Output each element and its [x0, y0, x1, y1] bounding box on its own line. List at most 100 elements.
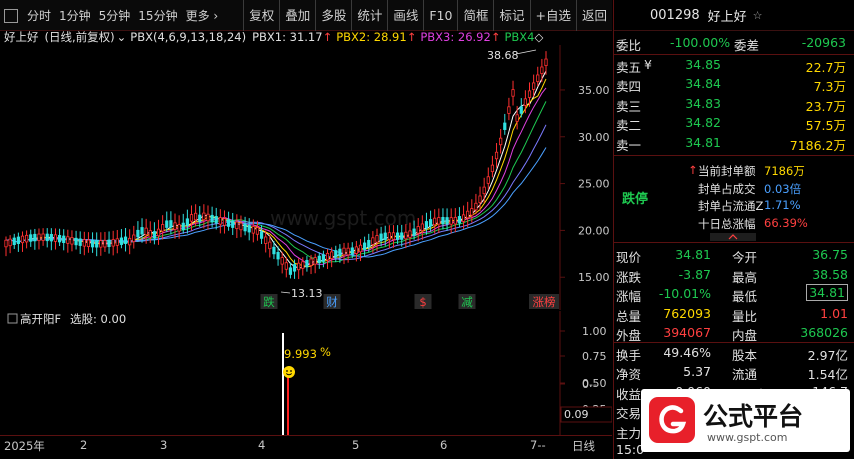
- candle-body: [181, 222, 185, 231]
- candle-body: [284, 262, 288, 270]
- sell-level-row[interactable]: 卖二 34.82 57.5万: [614, 113, 854, 133]
- x-label: 3: [160, 438, 168, 452]
- weibi-value: -100.00%: [670, 35, 731, 50]
- event-marker[interactable]: $: [419, 295, 426, 309]
- candle-body: [156, 228, 161, 237]
- sub-indicator-chart[interactable]: 高开阳F 选股: 0.00 1.000.750.500.250-- 9.993 …: [0, 311, 612, 435]
- candle-body: [461, 214, 466, 222]
- candle-body: [511, 89, 515, 97]
- multi-stock-button[interactable]: 多股: [315, 0, 351, 31]
- logo-url: www.gspt.com: [707, 431, 788, 444]
- weibi-row: 委比 -100.00% 委差 -20963: [614, 33, 854, 53]
- candle-body: [280, 257, 284, 265]
- x-label: 5: [352, 438, 360, 452]
- f10-button[interactable]: F10: [423, 0, 457, 31]
- candle-body: [338, 248, 342, 257]
- menu-square-icon[interactable]: [4, 8, 18, 23]
- weicha-value: -20963: [801, 35, 846, 50]
- candle-body: [115, 238, 119, 246]
- stat-row: 净资 5.37 流通 1.54亿: [614, 362, 854, 382]
- candle-body: [527, 90, 532, 98]
- trade-label[interactable]: 交易: [616, 403, 641, 422]
- period-1min[interactable]: 1分钟: [55, 7, 95, 24]
- seal-value: 66.39%: [764, 215, 808, 230]
- stat-value: 394067: [663, 325, 711, 340]
- candle-body: [29, 234, 33, 242]
- kline-chart[interactable]: www.gspt.com 35.00 30.00 25.00 20.00 15.00 跌…: [0, 45, 612, 310]
- seal-label: 当前封单额: [698, 164, 756, 178]
- sell-level-row[interactable]: 卖四 34.84 7.3万: [614, 74, 854, 94]
- sub-chart-background: [0, 311, 612, 435]
- period-intraday[interactable]: 分时: [23, 7, 55, 24]
- candle-body: [53, 234, 58, 242]
- currency-symbol: ¥: [644, 56, 652, 72]
- candle-body: [16, 236, 20, 244]
- candle-body: [123, 236, 128, 244]
- logo-text: 公式平台: [703, 402, 804, 431]
- stats-button[interactable]: 统计: [351, 0, 387, 31]
- back-button[interactable]: 返回: [575, 0, 612, 31]
- sell-level-label: 卖三: [616, 98, 642, 114]
- period-5min[interactable]: 5分钟: [95, 7, 135, 24]
- stat-value: 49.46%: [663, 344, 711, 360]
- indicator-name[interactable]: PBX(4,6,9,13,18,24): [130, 30, 246, 44]
- candle-body: [342, 247, 346, 256]
- chart-background: [0, 45, 612, 310]
- event-marker[interactable]: 涨榜: [533, 295, 556, 309]
- candle-body: [305, 259, 309, 268]
- weicha-label: 委差: [734, 38, 760, 53]
- mark-button[interactable]: 标记: [493, 0, 529, 31]
- main-force-label[interactable]: 主力: [616, 423, 641, 442]
- candle-body: [428, 219, 433, 227]
- period-15min[interactable]: 15分钟: [134, 7, 181, 24]
- candle-body: [49, 233, 53, 242]
- sell-level-row[interactable]: 卖五 ¥34.85 22.7万: [614, 55, 854, 75]
- event-marker[interactable]: 减: [461, 295, 473, 309]
- sell-level-row[interactable]: 卖三 34.83 23.7万: [614, 94, 854, 114]
- star-icon[interactable]: ☆: [753, 9, 763, 22]
- candle-body: [519, 106, 523, 114]
- fuquan-button[interactable]: 复权: [243, 0, 279, 31]
- y-tick-label: 15.00: [578, 271, 610, 284]
- stat-row: 外盘 394067 内盘 368026: [614, 323, 854, 343]
- stat-row: 总量 762093 量比 1.01: [614, 304, 854, 324]
- add-watchlist-button[interactable]: +自选: [529, 0, 576, 31]
- event-marker[interactable]: 财: [326, 295, 338, 309]
- candle-body: [404, 231, 408, 240]
- current-value-label: 0.09: [564, 408, 589, 421]
- kline-mode-label[interactable]: (日线,前复权): [45, 29, 115, 45]
- candle-body: [140, 227, 144, 235]
- order-book-sell: 卖五 ¥34.85 22.7万 卖四 34.84 7.3万 卖三 34.83 23.7万 卖二 34…: [614, 55, 854, 153]
- candle-body: [358, 244, 363, 253]
- candle-body: [433, 217, 437, 226]
- candle-body: [523, 98, 527, 106]
- sub-indicator-title[interactable]: 高开阳F: [20, 312, 61, 326]
- toolbar: 分时 1分钟 5分钟 15分钟 更多 › 复权 叠加 多股 统计 画线 F10 …: [0, 0, 612, 31]
- collapse-icon[interactable]: [710, 233, 756, 241]
- sell-volume: 7.3万: [813, 79, 846, 94]
- candle-body: [272, 246, 276, 255]
- candle-body: [251, 226, 255, 234]
- period-label[interactable]: 日线: [572, 438, 595, 454]
- tool-buttons: 复权 叠加 多股 统计 画线 F10 简框 标记 +自选 返回: [243, 0, 612, 31]
- simple-frame-button[interactable]: 简框: [457, 0, 493, 31]
- sell-level-row[interactable]: 卖一 34.81 7186.2万: [614, 133, 854, 153]
- period-more[interactable]: 更多 ›: [182, 7, 223, 24]
- event-marker[interactable]: 跌: [263, 295, 275, 309]
- stat-label: 最低: [732, 289, 758, 304]
- pbx1-value: PBX1: 31.17: [252, 30, 323, 44]
- draw-line-button[interactable]: 画线: [387, 0, 423, 31]
- overlay-button[interactable]: 叠加: [279, 0, 315, 31]
- signal-value-label: 9.993: [284, 347, 317, 361]
- candle-body: [507, 106, 511, 114]
- stat-row: 涨幅 -10.01% 最低 34.81: [614, 284, 854, 304]
- watermark: www.gspt.com: [270, 206, 416, 230]
- chevron-down-icon[interactable]: ⌄: [117, 30, 127, 44]
- up-arrow-icon: ↑: [406, 30, 417, 44]
- candle-body: [536, 74, 540, 82]
- stat-value: 1.01: [820, 305, 848, 321]
- stock-name: 好上好: [707, 9, 747, 25]
- candle-body: [317, 255, 321, 264]
- seal-row: 封单占成交 0.03倍: [614, 180, 854, 198]
- candle-body: [408, 230, 412, 238]
